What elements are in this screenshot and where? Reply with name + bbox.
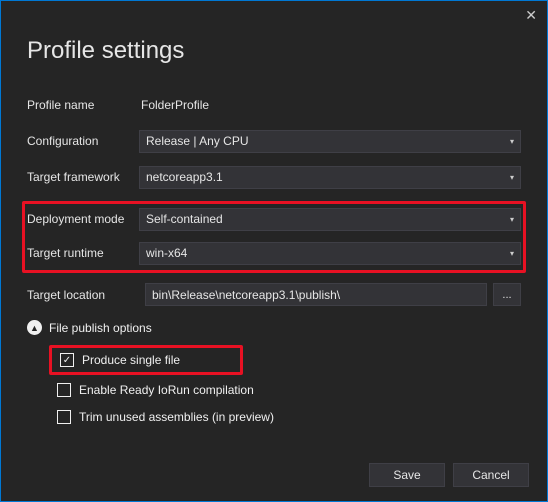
profile-name-label: Profile name <box>27 98 139 112</box>
configuration-value: Release | Any CPU <box>146 134 249 148</box>
profile-name-row: Profile name FolderProfile <box>27 93 521 117</box>
dialog-footer: Save Cancel <box>369 463 529 487</box>
chevron-down-icon: ▾ <box>510 249 514 258</box>
target-location-row: Target location bin\Release\netcoreapp3.… <box>27 283 521 306</box>
target-location-input[interactable]: bin\Release\netcoreapp3.1\publish\ <box>145 283 487 306</box>
close-icon[interactable]: ✕ <box>525 7 537 24</box>
file-publish-header: ▲ File publish options <box>27 320 521 335</box>
ready-to-run-checkbox[interactable] <box>57 383 71 397</box>
target-runtime-dropdown[interactable]: win-x64 ▾ <box>139 242 521 265</box>
trim-row: Trim unused assemblies (in preview) <box>57 407 521 427</box>
trim-checkbox[interactable] <box>57 410 71 424</box>
configuration-label: Configuration <box>27 134 139 148</box>
target-location-value: bin\Release\netcoreapp3.1\publish\ <box>152 288 340 302</box>
target-runtime-label: Target runtime <box>27 246 139 260</box>
chevron-down-icon: ▾ <box>510 215 514 224</box>
target-runtime-value: win-x64 <box>146 246 187 260</box>
highlight-box-1: Deployment mode Self-contained ▾ Target … <box>22 201 526 273</box>
browse-button[interactable]: ... <box>493 283 521 306</box>
single-file-checkbox[interactable] <box>60 353 74 367</box>
cancel-button[interactable]: Cancel <box>453 463 529 487</box>
deployment-mode-label: Deployment mode <box>27 212 139 226</box>
single-file-label: Produce single file <box>82 353 180 367</box>
titlebar: ✕ <box>1 1 547 29</box>
ready-to-run-label: Enable Ready IoRun compilation <box>79 383 254 397</box>
file-publish-label: File publish options <box>49 321 152 335</box>
deployment-mode-row: Deployment mode Self-contained ▾ <box>27 207 521 231</box>
profile-name-value: FolderProfile <box>139 94 521 117</box>
page-title: Profile settings <box>27 37 521 65</box>
single-file-row: Produce single file <box>60 350 180 370</box>
configuration-row: Configuration Release | Any CPU ▾ <box>27 129 521 153</box>
configuration-dropdown[interactable]: Release | Any CPU ▾ <box>139 130 521 153</box>
chevron-down-icon: ▾ <box>510 137 514 146</box>
deployment-mode-value: Self-contained <box>146 212 223 226</box>
ready-to-run-row: Enable Ready IoRun compilation <box>57 380 521 400</box>
chevron-down-icon: ▾ <box>510 173 514 182</box>
trim-label: Trim unused assemblies (in preview) <box>79 410 274 424</box>
target-location-label: Target location <box>27 288 139 302</box>
highlight-box-2: Produce single file <box>49 345 243 375</box>
target-framework-label: Target framework <box>27 170 139 184</box>
dialog-content: Profile settings Profile name FolderProf… <box>1 29 547 427</box>
deployment-mode-dropdown[interactable]: Self-contained ▾ <box>139 208 521 231</box>
target-framework-row: Target framework netcoreapp3.1 ▾ <box>27 165 521 189</box>
target-framework-dropdown[interactable]: netcoreapp3.1 ▾ <box>139 166 521 189</box>
collapse-icon[interactable]: ▲ <box>27 320 42 335</box>
target-runtime-row: Target runtime win-x64 ▾ <box>27 241 521 265</box>
save-button[interactable]: Save <box>369 463 445 487</box>
target-framework-value: netcoreapp3.1 <box>146 170 223 184</box>
